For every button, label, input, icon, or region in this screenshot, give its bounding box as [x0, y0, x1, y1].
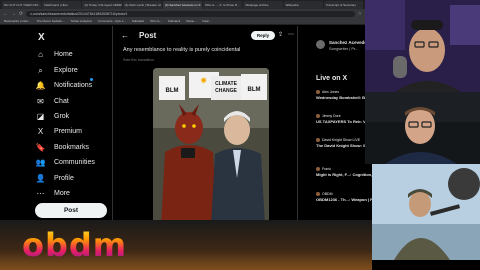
home-icon: ⌂ [38, 50, 43, 59]
post-text: Any resemblance to reality is purely coi… [123, 47, 241, 53]
sidebar-item-explore[interactable]: ⌕ Explore [36, 64, 78, 77]
profile-card[interactable]: Sanchez Acevedo Songwriter | Pr... [302, 36, 367, 66]
browser-tab[interactable]: NO CUT CUT THEM OFF - YouTube [2, 1, 42, 9]
sidebar-item-more[interactable]: ⋯ More [36, 187, 70, 200]
live-author-name: Alex Jones [322, 90, 340, 94]
communities-icon: 👥 [35, 158, 46, 167]
browser-tab[interactable]: Wikipedia [283, 1, 323, 9]
svg-text:✊: ✊ [201, 77, 207, 84]
sidebar-item-label: Profile [54, 175, 74, 182]
bookmark-item[interactable]: Substack [132, 19, 144, 23]
sidebar-item-premium[interactable]: X Premium [36, 125, 82, 138]
webcam-bottom [372, 164, 480, 260]
live-on-x-title: Live on X [316, 75, 348, 82]
grok-icon: ◪ [36, 112, 45, 121]
notification-dot [90, 78, 94, 81]
post-button[interactable]: Post [35, 203, 107, 218]
person-icon: 👤 [35, 174, 46, 183]
sidebar-item-label: Chat [54, 98, 69, 105]
webcam-middle-illustration [365, 92, 480, 164]
forward-icon[interactable]: → [11, 11, 16, 17]
x-logo[interactable]: X [38, 32, 45, 43]
brand-logo: obdm [22, 226, 128, 264]
profile-name[interactable]: Sanchez Acevedo [329, 40, 367, 45]
avatar [316, 138, 320, 142]
bookmark-item[interactable]: Substack [168, 19, 180, 23]
live-author-name: David Knight Show LIVE [322, 138, 361, 142]
sidebar-item-label: Grok [54, 113, 70, 120]
avatar[interactable] [316, 40, 325, 49]
post-image[interactable]: BLM ✊ CLIMATE CHANGE BLM [153, 68, 269, 226]
search-icon: ⌕ [38, 65, 43, 75]
star-icon[interactable]: ☆ [358, 11, 362, 17]
sidebar-item-profile[interactable]: 👤 Profile [36, 172, 74, 185]
right-column: Sanchez Acevedo Songwriter | Pr... Live … [298, 26, 411, 226]
translate-line[interactable]: Rate this translation [123, 58, 154, 62]
sidebar-item-label: Bookmarks [54, 144, 90, 151]
mail-icon: ✉ [37, 97, 44, 106]
back-arrow-icon[interactable]: ← [121, 31, 129, 40]
avatar [316, 90, 320, 94]
svg-text:CHANGE: CHANGE [215, 88, 237, 94]
bookmark-item[interactable]: Comments - Kyle s... [98, 19, 126, 23]
sidebar-item-label: Explore [54, 67, 78, 74]
sidebar-item-chat[interactable]: ✉ Chat [36, 95, 69, 108]
profile-bio: Songwriter | Pr... [329, 46, 359, 51]
browser-tab[interactable]: Who is... - X: Is Photo R... [203, 1, 243, 9]
browser-tab-bar: NO CUT CUT THEM OFF - YouTubeDashboard |… [0, 0, 365, 9]
webcam-top [365, 0, 480, 92]
webcam-bottom-illustration [372, 164, 480, 260]
browser-tab[interactable]: (2) Zach Lamb | Breaker of... [122, 1, 162, 9]
sidebar-item-communities[interactable]: 👥 Communities [36, 156, 95, 169]
browser-tab[interactable]: Webpage archive [243, 1, 283, 9]
url-field[interactable]: x.com/sanchezacevedo/status/201447641189… [26, 10, 355, 17]
live-author-name: Frank [322, 167, 331, 171]
sidebar-item-label: Notifications [54, 82, 93, 89]
page-title: Post [139, 30, 157, 40]
back-icon[interactable]: ← [3, 11, 8, 17]
reload-icon[interactable]: ⟳ [19, 11, 23, 17]
bookmark-item[interactable]: Bookmarks | Liber... [4, 19, 30, 23]
svg-text:CLIMATE: CLIMATE [215, 81, 238, 87]
reply-button[interactable]: Reply [251, 31, 275, 40]
stream-overlay: obdm [0, 220, 372, 270]
more-icon: ⋯ [36, 189, 45, 198]
browser-tab[interactable]: Transcript of Secretary [323, 1, 363, 9]
sign-4-text: BLM [248, 87, 261, 93]
browser-tab[interactable]: (2) Sanchez Acevedo on X: Taking... [162, 1, 203, 9]
webcam-top-illustration [365, 0, 480, 92]
sidebar-item-bookmarks[interactable]: 🔖 Bookmarks [35, 141, 90, 154]
bell-icon: 🔔 [35, 81, 46, 90]
sign-1-text: BLM [166, 88, 179, 94]
sidebar-item-label: Premium [54, 128, 83, 135]
bookmark-item[interactable]: Who is... [150, 19, 162, 23]
avatar [316, 114, 320, 118]
sidebar-item-label: More [54, 190, 70, 197]
live-author-name: OBDM [322, 192, 333, 196]
x-premium-icon: X [37, 127, 44, 136]
browser-tab[interactable]: (2) Today: ICE Agent ARRESTS... [82, 1, 122, 9]
sidebar-item-home[interactable]: ⌂ Home [36, 48, 73, 61]
bookmark-item[interactable]: The Munro Sedatio... [36, 19, 64, 23]
sidebar-item-notifications[interactable]: 🔔 Notifications [35, 78, 94, 92]
bookmark-item[interactable]: Diane... [186, 19, 196, 23]
post-column: ← Post Reply ⇪ ⋯ Any resemblance to real… [112, 26, 298, 226]
address-bar: ← → ⟳ x.com/sanchezacevedo/status/201447… [0, 9, 365, 18]
bookmark-icon: 🔖 [35, 143, 46, 152]
sidebar-item-label: Communities [54, 159, 95, 166]
bookmarks-bar: Bookmarks | Liber... The Munro Sedatio...… [0, 18, 365, 25]
live-author-name: Jimmy Dore [322, 114, 341, 118]
browser-tab[interactable]: Dashboard | Uber [42, 1, 82, 9]
sidebar-item-grok[interactable]: ◪ Grok [36, 110, 69, 123]
bookmark-item[interactable]: Twitter Analytics [70, 19, 92, 23]
post-image-illustration: BLM ✊ CLIMATE CHANGE BLM [153, 68, 269, 226]
avatar [316, 192, 320, 196]
share-icon[interactable]: ⇪ [278, 31, 283, 38]
x-sidebar: X ⌂ Home ⌕ Explore 🔔 Notifications ✉ Chat ◪ Grok X… [0, 26, 112, 220]
more-icon[interactable]: ⋯ [288, 31, 294, 38]
webcam-middle [365, 92, 480, 164]
sidebar-item-label: Home [54, 51, 73, 58]
avatar [316, 167, 320, 171]
bookmark-item[interactable]: Dear... [203, 19, 212, 23]
